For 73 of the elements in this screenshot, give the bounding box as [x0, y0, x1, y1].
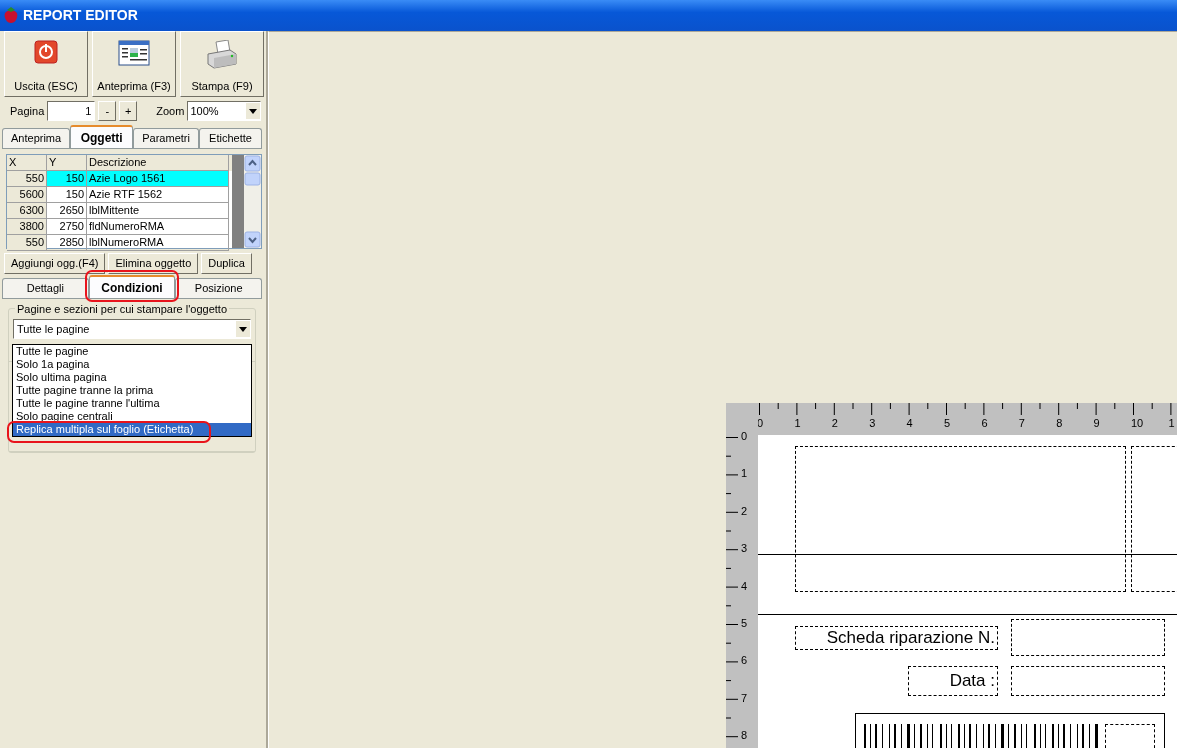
scrollbar[interactable]: [244, 155, 261, 248]
ruler-number: 2: [831, 418, 838, 429]
ruler-number: 1: [1168, 418, 1175, 429]
table-cell: lblMittente: [87, 203, 229, 219]
table-cell: fldNumeroRMA: [87, 219, 229, 235]
ruler-number: 9: [1093, 418, 1100, 429]
ruler-number: 1: [794, 418, 801, 429]
tab[interactable]: Etichette: [198, 128, 262, 148]
dropdown-option[interactable]: Solo pagine centrali: [13, 410, 251, 423]
object-button[interactable]: Elimina oggetto: [108, 253, 199, 274]
tab[interactable]: Dettagli: [2, 278, 89, 298]
page-label: Pagina: [10, 103, 45, 119]
tab[interactable]: Condizioni: [88, 275, 176, 298]
dashed-frame[interactable]: [1011, 619, 1165, 656]
condition-dropdown[interactable]: Tutte le pagine: [13, 319, 251, 339]
ruler-number: 6: [741, 655, 748, 667]
dropdown-option[interactable]: Solo ultima pagina: [13, 371, 251, 384]
table-cell: 3800: [7, 219, 47, 235]
ruler-number: 4: [906, 418, 913, 429]
table-cell: 6300: [7, 203, 47, 219]
ruler-number: 7: [741, 692, 748, 704]
ruler-number: 3: [869, 418, 876, 429]
plus-button[interactable]: +: [119, 101, 138, 121]
tab[interactable]: Posizione: [175, 278, 262, 298]
ruler-number: 2: [741, 505, 748, 517]
dropdown-option[interactable]: Tutte le pagine: [13, 345, 251, 358]
label-object[interactable]: Scheda riparazione N.: [795, 626, 998, 650]
table-cell: Azie RTF 1562: [87, 187, 229, 203]
printer-icon: [206, 40, 238, 70]
scroll-up-arrow-icon[interactable]: [244, 155, 261, 189]
zoom-label: Zoom: [156, 103, 185, 119]
ruler-number: 4: [741, 580, 748, 592]
tab[interactable]: Oggetti: [70, 125, 134, 148]
ruler-number: 10: [1131, 418, 1144, 429]
table-cell: 550: [7, 235, 47, 251]
dashed-frame[interactable]: [1011, 666, 1165, 696]
dropdown-option[interactable]: Replica multipla sul foglio (Etichetta): [13, 423, 251, 436]
tab[interactable]: Anteprima: [2, 128, 71, 148]
table-cell: 150: [47, 171, 87, 187]
page-field[interactable]: 1: [47, 101, 96, 121]
strawberry-icon: [3, 6, 19, 25]
ruler-number: 0: [741, 431, 748, 442]
table-cell: 2650: [47, 203, 87, 219]
window-icon: [118, 40, 150, 66]
table-cell: 150: [47, 187, 87, 203]
table-cell: 2850: [47, 235, 87, 251]
toolbar-button[interactable]: Stampa (F9): [180, 31, 264, 97]
ruler-number: 5: [944, 418, 951, 429]
dropdown-option[interactable]: Tutte pagine tranne la prima: [13, 384, 251, 397]
ruler-number: 6: [981, 418, 988, 429]
toolbar-button[interactable]: Uscita (ESC): [4, 31, 88, 97]
table-cell: 5600: [7, 187, 47, 203]
table-cell: 550: [7, 171, 47, 187]
table-cell: Azie Logo 1561: [87, 171, 229, 187]
object-button[interactable]: Duplica: [201, 253, 252, 274]
label-object[interactable]: Data :: [908, 666, 998, 696]
ruler-number: 3: [741, 543, 748, 555]
ruler-number: 1: [741, 468, 748, 480]
ruler-number: 8: [1056, 418, 1063, 429]
exit-icon: [34, 40, 58, 64]
table-cell: lblNumeroRMA: [87, 235, 229, 251]
ruler-number: 7: [1018, 418, 1025, 429]
table-cell: 2750: [47, 219, 87, 235]
minus-button[interactable]: -: [98, 101, 117, 121]
zoom-dropdown[interactable]: 100%: [187, 101, 262, 121]
ruler-number: 5: [741, 618, 748, 629]
object-button[interactable]: Aggiungi ogg.(F4): [4, 253, 106, 274]
toolbar-button[interactable]: Anteprima (F3): [92, 31, 176, 97]
dropdown-option[interactable]: Solo 1a pagina: [13, 358, 251, 371]
ruler-number: 8: [741, 730, 748, 742]
window-title: REPORT EDITOR: [23, 6, 138, 25]
tab[interactable]: Parametri: [133, 128, 199, 148]
dropdown-option[interactable]: Tutte le pagine tranne l'ultima: [13, 397, 251, 410]
